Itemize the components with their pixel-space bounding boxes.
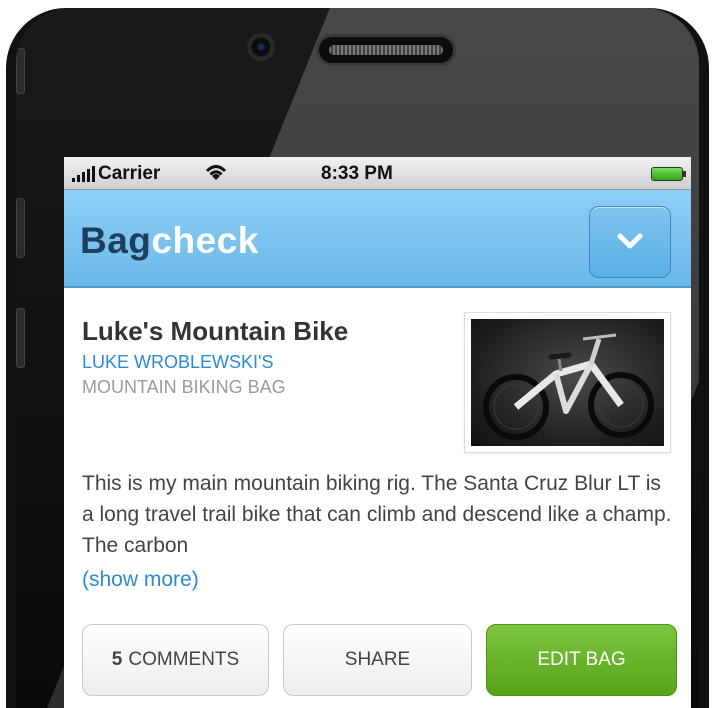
show-more-link[interactable]: (show more): [82, 568, 199, 592]
phone-screen: Carrier 8:33 PM Bagcheck Luke's Mountain…: [64, 157, 691, 708]
share-button[interactable]: SHARE: [283, 624, 472, 696]
volume-down-button: [16, 308, 25, 368]
status-time: 8:33 PM: [321, 163, 393, 184]
earpiece-speaker: [316, 34, 456, 66]
bag-owner-link[interactable]: LUKE WROBLEWSKI'S: [82, 352, 273, 373]
action-buttons: 5 COMMENTS SHARE EDIT BAG: [82, 624, 677, 696]
app-header: Bagcheck: [64, 190, 691, 288]
bag-title: Luke's Mountain Bike: [82, 316, 349, 346]
volume-up-button: [16, 198, 25, 258]
chevron-down-icon: [617, 233, 643, 249]
bagcheck-logo[interactable]: Bagcheck: [80, 220, 259, 262]
menu-dropdown-button[interactable]: [589, 206, 671, 278]
carrier-label: Carrier: [98, 163, 161, 184]
phone-frame: Carrier 8:33 PM Bagcheck Luke's Mountain…: [6, 8, 709, 708]
mute-switch: [16, 48, 25, 94]
bag-description: This is my main mountain biking rig. The…: [82, 472, 672, 557]
comments-label: COMMENTS: [128, 649, 240, 670]
logo-bag: Bag: [80, 220, 152, 261]
wifi-icon: [202, 160, 230, 190]
bag-photo[interactable]: [464, 312, 671, 453]
battery-icon: [651, 167, 686, 181]
status-bar: Carrier 8:33 PM: [64, 157, 691, 190]
signal-strength-icon: [72, 166, 95, 182]
comments-count: 5: [111, 649, 123, 670]
bag-type: MOUNTAIN BIKING BAG: [82, 377, 286, 397]
mountain-bike-photo: [471, 319, 664, 446]
logo-check: check: [151, 220, 259, 261]
edit-bag-button[interactable]: EDIT BAG: [486, 624, 677, 696]
comments-button[interactable]: 5 COMMENTS: [82, 624, 269, 696]
front-camera-icon: [247, 33, 275, 61]
